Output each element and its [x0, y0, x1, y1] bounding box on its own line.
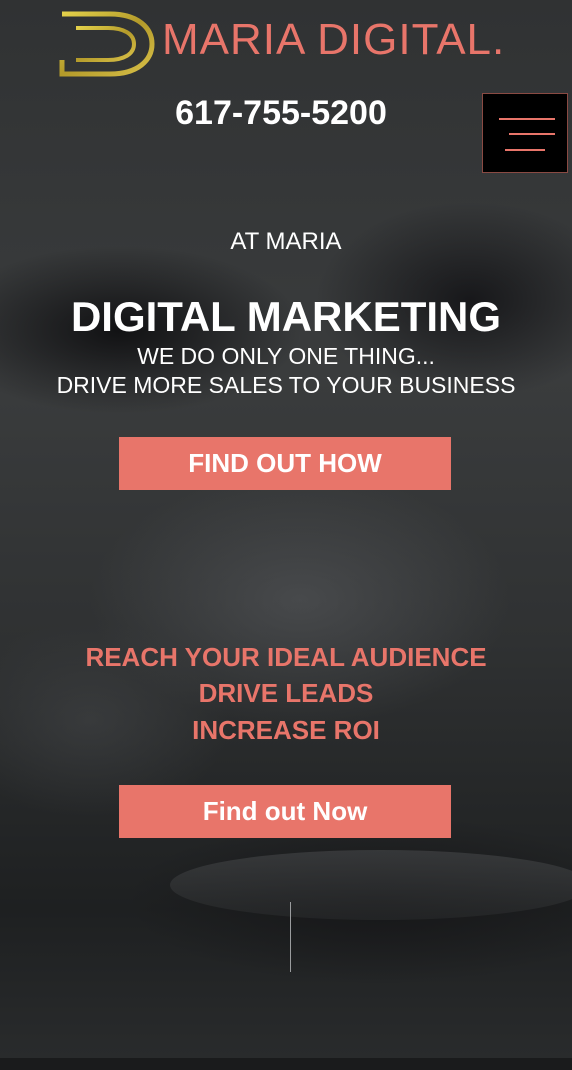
- benefit-item: REACH YOUR IDEAL AUDIENCE: [85, 642, 487, 672]
- bottom-edge-bar: [0, 1058, 572, 1070]
- hero-subline-2: DRIVE MORE SALES TO YOUR BUSINESS: [56, 372, 516, 398]
- background-bowl-shape: [170, 850, 572, 920]
- scroll-divider-line: [290, 902, 291, 972]
- hero-subline-1: WE DO ONLY ONE THING...: [137, 343, 435, 369]
- brand-name[interactable]: MARIA DIGITAL.: [162, 14, 505, 66]
- hero-headline: DIGITAL MARKETING: [70, 293, 502, 340]
- menu-line-bottom: [505, 149, 545, 151]
- benefit-item: DRIVE LEADS: [198, 678, 374, 708]
- benefit-item: INCREASE ROI: [192, 715, 380, 745]
- hamburger-menu-button[interactable]: [482, 93, 568, 173]
- menu-line-top: [499, 118, 555, 120]
- find-out-how-button[interactable]: FIND OUT HOW: [119, 437, 451, 490]
- maria-digital-d-logo-icon[interactable]: [58, 8, 156, 78]
- find-out-now-button[interactable]: Find out Now: [119, 785, 451, 838]
- hero-intro: AT MARIA: [230, 228, 342, 255]
- phone-number-link[interactable]: 617-755-5200: [0, 92, 562, 134]
- menu-line-middle: [509, 133, 555, 135]
